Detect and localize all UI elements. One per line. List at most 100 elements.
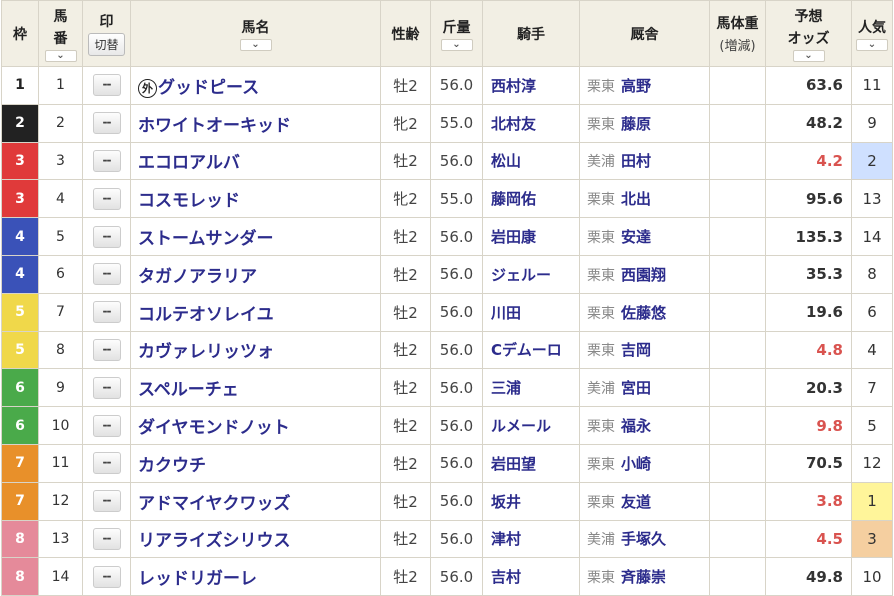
horse-name-link[interactable]: ストームサンダー: [138, 229, 274, 249]
jockey-link[interactable]: 岩田康: [491, 228, 536, 246]
horse-name-cell[interactable]: アドマイヤクワッズ: [130, 481, 381, 521]
horse-name-cell[interactable]: カクウチ: [130, 443, 381, 483]
trainer-link[interactable]: 小崎: [621, 455, 651, 473]
jockey-link[interactable]: 三浦: [491, 379, 521, 397]
jockey-link[interactable]: ジェルー: [491, 266, 551, 284]
mark-select-button[interactable]: --: [92, 452, 121, 475]
mark-select-button[interactable]: --: [92, 527, 121, 550]
trainer-link[interactable]: 安達: [621, 228, 651, 246]
horse-name-sort-chevron-icon[interactable]: ⌄: [239, 38, 272, 51]
trainer-link[interactable]: 北出: [621, 190, 651, 208]
mark-select-button[interactable]: --: [92, 263, 121, 286]
mark-select-button[interactable]: --: [92, 225, 121, 248]
waku-number: 7: [15, 455, 25, 472]
trainer-link[interactable]: 高野: [621, 77, 651, 95]
col-odds[interactable]: 予想 オッズ ⌄: [765, 0, 852, 67]
mark-toggle-button[interactable]: 切替: [88, 33, 125, 56]
jockey-link[interactable]: 吉村: [491, 568, 521, 586]
col-sex-age: 性齢: [380, 0, 431, 67]
horse-name-cell[interactable]: ストームサンダー: [130, 217, 381, 256]
horse-name-link[interactable]: タガノアラリア: [138, 267, 257, 287]
horse-name-cell[interactable]: コルテオソレイユ: [130, 292, 381, 332]
jockey-link[interactable]: 川田: [491, 304, 521, 322]
jockey-cell[interactable]: Cデムーロ: [482, 330, 580, 370]
jockey-cell[interactable]: 川田: [482, 292, 580, 332]
mark-select-button[interactable]: --: [92, 565, 121, 588]
horse-name-link[interactable]: コルテオソレイユ: [138, 305, 274, 325]
jockey-link[interactable]: Cデムーロ: [491, 341, 562, 359]
horse-name-cell[interactable]: レッドリガーレ: [130, 557, 381, 596]
mark-select-button[interactable]: --: [92, 149, 121, 172]
horse-name-cell[interactable]: ダイヤモンドノット: [130, 406, 381, 445]
horse-name-link[interactable]: リアライズシリウス: [138, 531, 291, 551]
horse-name-link[interactable]: エコロアルバ: [138, 153, 240, 173]
jockey-link[interactable]: 松山: [491, 152, 521, 170]
jockey-cell[interactable]: 津村: [482, 519, 580, 559]
jockey-link[interactable]: 西村淳: [491, 77, 536, 95]
trainer-link[interactable]: 吉岡: [621, 341, 651, 359]
jockey-link[interactable]: 藤岡佑: [491, 190, 536, 208]
trainer-link[interactable]: 友道: [621, 493, 651, 511]
jockey-cell[interactable]: 岩田康: [482, 217, 580, 256]
jockey-cell[interactable]: 三浦: [482, 368, 580, 408]
horse-name-link[interactable]: レッドリガーレ: [138, 569, 257, 589]
jockey-link[interactable]: 岩田望: [491, 455, 536, 473]
mark-select-button[interactable]: --: [92, 338, 121, 361]
horse-name-link[interactable]: グッドピース: [158, 78, 259, 98]
horse-name-link[interactable]: コスモレッド: [138, 191, 240, 211]
mark-select-button[interactable]: --: [92, 74, 121, 97]
body-weight-cell: [709, 330, 766, 370]
odds-sort-chevron-icon[interactable]: ⌄: [792, 49, 825, 62]
col-popularity[interactable]: 人気 ⌄: [851, 0, 893, 67]
horse-name-cell[interactable]: ホワイトオーキッド: [130, 103, 381, 143]
mark-select-button[interactable]: --: [92, 187, 121, 210]
horse-name-link[interactable]: ダイヤモンドノット: [138, 418, 290, 438]
jockey-cell[interactable]: 松山: [482, 141, 580, 181]
trainer-link[interactable]: 手塚久: [621, 530, 666, 548]
col-weight[interactable]: 斤量 ⌄: [430, 0, 483, 67]
horse-name-cell[interactable]: エコロアルバ: [130, 141, 381, 181]
horse-name-cell[interactable]: スペルーチェ: [130, 368, 381, 408]
jockey-cell[interactable]: 藤岡佑: [482, 179, 580, 219]
jockey-link[interactable]: 坂井: [491, 493, 521, 511]
horse-name-cell[interactable]: タガノアラリア: [130, 254, 381, 294]
jockey-cell[interactable]: 北村友: [482, 103, 580, 143]
popularity-sort-chevron-icon[interactable]: ⌄: [856, 38, 888, 51]
trainer-link[interactable]: 藤原: [621, 115, 651, 133]
trainer-link[interactable]: 福永: [621, 417, 651, 435]
waku-header-label: 枠: [13, 26, 27, 43]
trainer-link[interactable]: 斉藤崇: [621, 568, 666, 586]
weight-sort-chevron-icon[interactable]: ⌄: [440, 38, 473, 51]
mark-cell: --: [82, 557, 131, 596]
horse-name-link[interactable]: カヴァレリッツォ: [138, 342, 274, 362]
umaban-sort-chevron-icon[interactable]: ⌄: [44, 49, 77, 62]
horse-name-cell[interactable]: リアライズシリウス: [130, 519, 381, 559]
mark-select-button[interactable]: --: [92, 376, 121, 399]
mark-select-button[interactable]: --: [92, 112, 121, 135]
jockey-link[interactable]: ルメール: [491, 417, 551, 435]
trainer-link[interactable]: 宮田: [621, 379, 651, 397]
horse-name-link[interactable]: スペルーチェ: [138, 380, 239, 400]
jockey-cell[interactable]: 西村淳: [482, 66, 580, 105]
trainer-link[interactable]: 西園翔: [621, 266, 666, 284]
jockey-cell[interactable]: 坂井: [482, 481, 580, 521]
jockey-link[interactable]: 北村友: [491, 115, 536, 133]
col-horse-name[interactable]: 馬名 ⌄: [130, 0, 381, 67]
mark-select-button[interactable]: --: [92, 414, 121, 437]
trainer-link[interactable]: 佐藤悠: [621, 304, 666, 322]
jockey-link[interactable]: 津村: [491, 530, 521, 548]
horse-name-link[interactable]: アドマイヤクワッズ: [138, 494, 291, 514]
trainer-link[interactable]: 田村: [621, 152, 651, 170]
col-umaban[interactable]: 馬 番 ⌄: [38, 0, 83, 67]
horse-name-cell[interactable]: 外グッドピース: [130, 66, 381, 105]
jockey-cell[interactable]: ジェルー: [482, 254, 580, 294]
jockey-cell[interactable]: 吉村: [482, 557, 580, 596]
mark-select-button[interactable]: --: [92, 490, 121, 513]
jockey-cell[interactable]: 岩田望: [482, 443, 580, 483]
horse-name-link[interactable]: ホワイトオーキッド: [138, 116, 291, 136]
jockey-cell[interactable]: ルメール: [482, 406, 580, 445]
horse-name-cell[interactable]: コスモレッド: [130, 179, 381, 219]
horse-name-link[interactable]: カクウチ: [138, 456, 206, 476]
mark-select-button[interactable]: --: [92, 301, 121, 324]
horse-name-cell[interactable]: カヴァレリッツォ: [130, 330, 381, 370]
